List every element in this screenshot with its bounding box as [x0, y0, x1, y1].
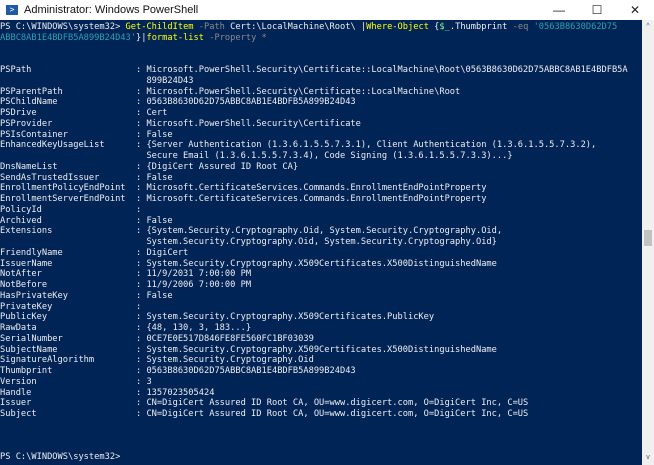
output-line: Secure Email (1.3.6.1.5.5.7.3.4), Code S…	[0, 151, 513, 161]
window-title: Administrator: Windows PowerShell	[24, 4, 199, 16]
scroll-up-icon[interactable]: ^	[642, 20, 654, 34]
output-line: PSParentPath : Microsoft.PowerShell.Secu…	[0, 86, 461, 97]
scroll-thumb[interactable]	[644, 230, 652, 246]
maximize-button[interactable]: ☐	[578, 0, 616, 20]
minimize-button[interactable]: —	[540, 0, 578, 20]
arg-path: Cert:\LocalMachine\Root\	[224, 22, 361, 32]
output-line: NotBefore : 11/9/2006 7:00:00 PM	[0, 280, 252, 290]
cmdlet-get-childitem: Get-ChildItem	[125, 22, 194, 32]
brace-open: {	[428, 22, 440, 32]
output-line: PolicyId :	[0, 204, 142, 215]
output-lines: PSPath : Microsoft.PowerShell.Security\C…	[0, 44, 642, 463]
output-line: FriendlyName : DigiCert	[0, 247, 189, 258]
output-line: HasPrivateKey : False	[0, 290, 173, 301]
vertical-scrollbar[interactable]: ^ v	[642, 20, 654, 465]
cmdlet-format-list: format-list	[146, 32, 205, 43]
property: .Thumbprint	[449, 22, 508, 32]
output-line: Issuer : CN=DigiCert Assured ID Root CA,…	[0, 398, 529, 409]
output-line: IssuerName : System.Security.Cryptograph…	[0, 258, 497, 269]
close-button[interactable]: ✕	[616, 0, 654, 20]
console-output[interactable]: PS C:\WINDOWS\system32> Get-ChildItem -P…	[0, 20, 642, 465]
output-line: Version : 3	[0, 376, 152, 387]
output-line: RawData : {48, 130, 3, 183...}	[0, 323, 252, 333]
output-line: PSProvider : Microsoft.PowerShell.Securi…	[0, 118, 361, 129]
title-bar: > Administrator: Windows PowerShell — ☐ …	[0, 0, 654, 20]
scroll-down-icon[interactable]: v	[642, 451, 654, 465]
output-line: PS C:\WINDOWS\system32>	[0, 452, 121, 462]
output-line: Subject : CN=DigiCert Assured ID Root CA…	[0, 409, 529, 419]
output-line: SignatureAlgorithm : System.Security.Cry…	[0, 355, 314, 366]
output-line: EnrollmentPolicyEndPoint : Microsoft.Cer…	[0, 183, 487, 194]
output-line: SerialNumber : 0CE7E0E517D846FE8FE560FC1…	[0, 333, 314, 344]
cmdlet-where-object: Where-Object	[366, 22, 429, 32]
param-path: -Path	[193, 22, 225, 32]
pipeline-var: $_	[439, 22, 450, 32]
output-line: 899B24D43	[0, 75, 194, 86]
powershell-icon: >	[6, 5, 18, 15]
output-line: DnsNameList : {DigiCert Assured ID Root …	[0, 161, 299, 172]
output-line: PSDrive : Cert	[0, 108, 168, 118]
output-line: SendAsTrustedIssuer : False	[0, 172, 173, 183]
output-line: PrivateKey :	[0, 301, 142, 312]
output-line: Thumbprint : 0563B8630D62D75ABBC8AB1E4BD…	[0, 366, 356, 376]
output-line: EnhancedKeyUsageList : {Server Authentic…	[0, 140, 597, 151]
output-line: System.Security.Cryptography.Oid, System…	[0, 237, 497, 247]
output-line: PSPath : Microsoft.PowerShell.Security\C…	[0, 65, 628, 75]
output-line: SubjectName : System.Security.Cryptograp…	[0, 344, 497, 355]
prompt: PS C:\WINDOWS\system32>	[0, 22, 126, 32]
output-line: PublicKey : System.Security.Cryptography…	[0, 312, 435, 323]
output-line: NotAfter : 11/9/2031 7:00:00 PM	[0, 269, 252, 280]
output-line: EnrollmentServerEndPoint : Microsoft.Cer…	[0, 194, 487, 204]
output-line: Handle : 1357023505424	[0, 387, 215, 398]
param-property: -Property *	[204, 32, 267, 43]
output-line: Archived : False	[0, 215, 173, 226]
output-line: PSChildName : 0563B8630D62D75ABBC8AB1E4B…	[0, 97, 356, 108]
command-line: PS C:\WINDOWS\system32> Get-ChildItem -P…	[0, 20, 622, 44]
output-line: PSIsContainer : False	[0, 129, 173, 140]
operator: -eq	[507, 22, 534, 32]
output-line: Extensions : {System.Security.Cryptograp…	[0, 226, 503, 237]
